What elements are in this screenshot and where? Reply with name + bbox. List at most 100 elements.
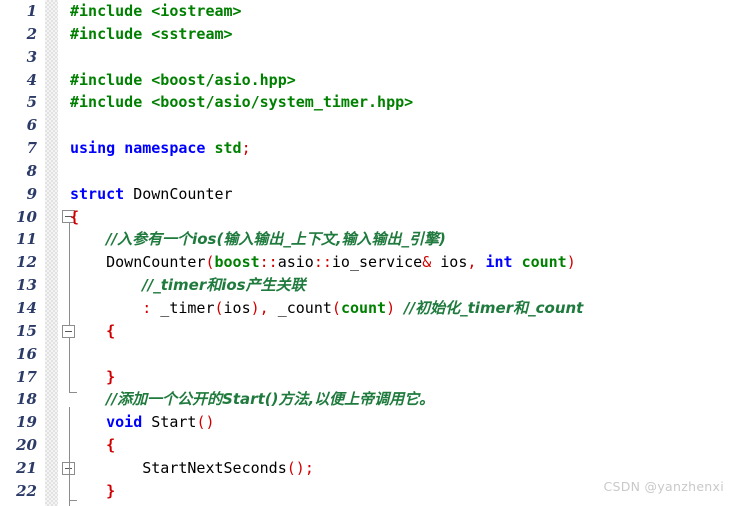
line-number: 18 <box>16 390 37 409</box>
line-number: 19 <box>16 413 37 432</box>
code-line[interactable]: 4 #include <boost/asio.hpp> <box>0 69 732 92</box>
line-number: 6 <box>26 116 37 135</box>
code-line[interactable]: 7 using namespace std; <box>0 137 732 160</box>
code-line[interactable]: 6 <box>0 114 732 137</box>
code-line[interactable]: 10 { <box>0 206 732 229</box>
token-kw: using <box>70 139 116 158</box>
code-text[interactable]: } <box>70 366 115 389</box>
token-ident <box>395 299 404 317</box>
line-number: 20 <box>16 436 37 455</box>
line-number: 17 <box>16 367 37 386</box>
token-ident: DownCounter <box>70 253 206 272</box>
token-ident: Start <box>142 413 197 432</box>
code-text[interactable]: DownCounter(boost::asio::io_service& ios… <box>70 251 576 274</box>
code-text[interactable]: { <box>70 206 79 229</box>
token-ident <box>70 436 106 454</box>
code-text[interactable]: //入参有一个ios(输入输出_上下文,输入输出_引擎) <box>70 228 446 251</box>
code-text[interactable]: } <box>70 480 115 503</box>
token-ident: ios <box>431 253 468 272</box>
code-line[interactable]: 17 } <box>0 366 732 389</box>
token-ident: DownCounter <box>124 184 233 203</box>
token-cmt: //初始化_timer和_count <box>404 298 584 317</box>
token-punct: () <box>196 413 215 432</box>
token-ident <box>70 482 106 500</box>
line-number: 9 <box>26 184 37 203</box>
token-ident <box>70 276 142 294</box>
code-line[interactable]: 8 <box>0 160 732 183</box>
token-kw: struct <box>70 184 125 203</box>
token-punct: :: <box>259 253 278 272</box>
token-brace: { <box>106 321 116 340</box>
code-lines[interactable]: 1 #include <iostream> 2 #include <sstream> 3… <box>0 0 732 503</box>
code-line[interactable]: 19 void Start() <box>0 411 732 434</box>
token-punct: & <box>422 253 432 272</box>
token-ident <box>205 139 214 157</box>
token-ident: _count <box>268 298 332 317</box>
line-number: 10 <box>16 207 37 226</box>
code-line[interactable]: 2 #include <sstream> <box>0 23 732 46</box>
code-text[interactable]: : _timer(ios), _count(count) //初始化_timer… <box>70 297 583 320</box>
token-punct: : <box>142 298 152 317</box>
code-line[interactable]: 14 : _timer(ios), _count(count) //初始化_ti… <box>0 297 732 320</box>
line-number: 22 <box>16 481 37 500</box>
code-line[interactable]: 11 //入参有一个ios(输入输出_上下文,输入输出_引擎) <box>0 228 732 251</box>
code-line[interactable]: 3 <box>0 46 732 69</box>
code-text[interactable]: struct DownCounter <box>70 183 233 206</box>
code-text[interactable]: #include <boost/asio/system_timer.hpp> <box>70 91 413 114</box>
code-text[interactable]: #include <boost/asio.hpp> <box>70 69 296 92</box>
code-text[interactable]: using namespace std; <box>70 137 251 160</box>
code-line[interactable]: 15 { <box>0 320 732 343</box>
line-number: 15 <box>16 321 37 340</box>
code-text[interactable]: { <box>70 320 115 343</box>
token-ident <box>115 139 124 157</box>
code-text[interactable]: #include <sstream> <box>70 23 233 46</box>
code-text[interactable]: { <box>70 434 115 457</box>
token-ns: boost <box>214 253 260 272</box>
code-editor[interactable]: 1 #include <iostream> 2 #include <sstream> 3… <box>0 0 732 506</box>
token-ns: count <box>521 253 567 272</box>
token-ident: ios <box>223 298 251 317</box>
token-punct: ; <box>241 139 251 158</box>
token-ident <box>70 368 106 386</box>
token-punct: :: <box>313 253 332 272</box>
code-line[interactable]: 16 <box>0 343 732 366</box>
token-ns: std <box>214 139 242 158</box>
code-text[interactable]: void Start() <box>70 411 215 434</box>
line-number: 3 <box>26 47 37 66</box>
token-ident <box>70 322 106 340</box>
token-cmt: //入参有一个ios(输入输出_上下文,输入输出_引擎) <box>106 230 446 249</box>
token-cmt: //_timer和ios产生关联 <box>142 276 306 295</box>
code-line[interactable]: 20 { <box>0 434 732 457</box>
token-brace: } <box>106 481 116 500</box>
line-number: 5 <box>26 93 37 112</box>
code-line[interactable]: 18 //添加一个公开的Start()方法,以便上帝调用它。 <box>0 388 732 411</box>
code-text[interactable]: #include <iostream> <box>70 0 242 23</box>
line-number: 11 <box>16 230 37 249</box>
code-line[interactable]: 12 DownCounter(boost::asio::io_service& … <box>0 251 732 274</box>
token-cmt: //添加一个公开的Start()方法,以便上帝调用它。 <box>106 390 435 409</box>
token-ident: io_service <box>331 253 423 272</box>
csdn-watermark: CSDN @yanzhenxi <box>603 479 724 494</box>
line-number: 7 <box>26 139 37 158</box>
code-text[interactable]: //添加一个公开的Start()方法,以便上帝调用它。 <box>70 388 434 411</box>
token-pp: #include <iostream> <box>70 2 242 20</box>
token-punct: ( <box>214 298 224 317</box>
token-punct: ; <box>304 458 314 477</box>
token-pp: #include <boost/asio/system_timer.hpp> <box>70 93 414 112</box>
line-number: 21 <box>16 458 37 477</box>
code-line[interactable]: 5 #include <boost/asio/system_timer.hpp> <box>0 91 732 114</box>
code-line[interactable]: 13 //_timer和ios产生关联 <box>0 274 732 297</box>
token-ident <box>70 230 106 248</box>
token-ns: count <box>340 298 387 317</box>
token-ident: asio <box>277 253 314 272</box>
code-text[interactable]: StartNextSeconds(); <box>70 457 314 480</box>
code-text[interactable]: //_timer和ios产生关联 <box>70 274 306 297</box>
token-ident: StartNextSeconds <box>70 458 287 477</box>
token-punct: ) <box>566 253 576 272</box>
line-number: 1 <box>26 2 37 20</box>
code-line[interactable]: 1 #include <iostream> <box>0 0 732 23</box>
token-punct: , <box>259 298 269 317</box>
code-line[interactable]: 21 StartNextSeconds(); <box>0 457 732 480</box>
code-line[interactable]: 9 struct DownCounter <box>0 183 732 206</box>
token-brace: } <box>106 367 116 386</box>
